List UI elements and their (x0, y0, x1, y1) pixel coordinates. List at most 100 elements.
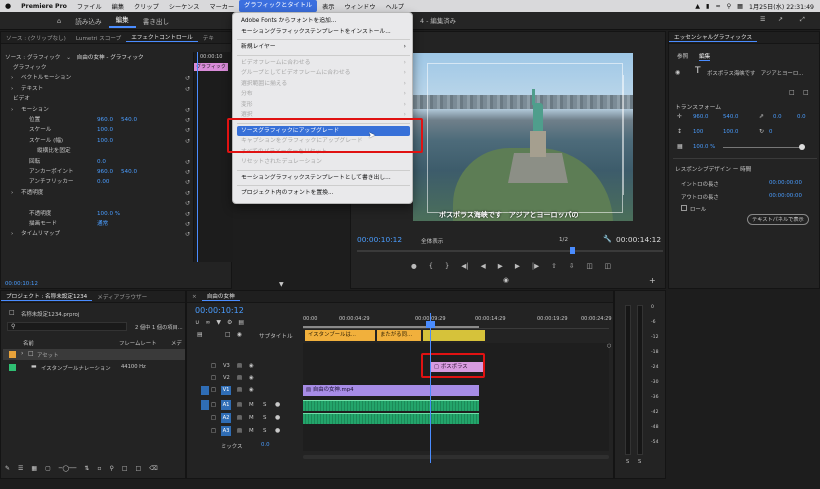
apple-icon[interactable]: ● (0, 2, 16, 10)
program-timecode[interactable]: 00:00:10:12 (357, 235, 402, 244)
home-icon[interactable]: ⌂ (50, 17, 68, 25)
zoom-slider[interactable]: ─◯── (59, 465, 77, 472)
intro-value[interactable]: 00:00:00:00 (769, 180, 802, 186)
reset-icon[interactable]: ↺ (185, 210, 190, 220)
wrench-icon[interactable]: 🔧 (603, 235, 612, 243)
linked-icon[interactable]: ∞ (205, 319, 210, 326)
playhead[interactable] (430, 313, 431, 463)
captions-icon[interactable]: ▤ (238, 319, 244, 326)
track-target[interactable]: A1 (221, 400, 231, 410)
list-item[interactable]: ▬ イスタンブールナレーション 44100 Hz (3, 362, 185, 373)
reset-icon[interactable]: ↺ (185, 126, 190, 136)
share-icon[interactable]: ↗ (778, 16, 783, 23)
effect-row-value[interactable]: 960.0 (97, 116, 113, 126)
effect-row-value[interactable]: 100.0 (97, 126, 113, 136)
workspace-edit[interactable]: 編集 (108, 14, 136, 28)
chevron-right-icon[interactable]: › (11, 189, 13, 199)
effect-row-value[interactable]: 100.0 (97, 137, 113, 147)
source-patch[interactable] (201, 386, 209, 395)
effect-row[interactable]: 不透明度 100.0 % ↺ (1, 210, 193, 220)
menu-window[interactable]: ウィンドウ (340, 2, 381, 11)
effect-row-value[interactable]: 0.0 (97, 158, 106, 168)
marker-icon[interactable]: ▼ (216, 319, 221, 326)
effect-row[interactable]: グラフィック (1, 64, 193, 74)
effect-row[interactable]: スケール 100.0 ↺ (1, 126, 193, 136)
workspace-export[interactable]: 書き出し (136, 16, 176, 26)
step-back-icon[interactable]: ◀ (481, 262, 486, 270)
icon-view-icon[interactable]: ▦ (31, 465, 37, 472)
reset-icon[interactable]: ↺ (185, 137, 190, 147)
list-view-icon[interactable]: ☰ (18, 465, 23, 472)
menu-file[interactable]: ファイル (72, 2, 107, 11)
menu-view[interactable]: 表示 (317, 2, 339, 11)
effect-row[interactable]: › ベクトルモーション ↺ (1, 74, 193, 84)
mini-clip[interactable]: グラフィック (194, 63, 228, 71)
lift-icon[interactable]: ⇧ (551, 262, 557, 270)
graphics-menu-item[interactable]: 新規レイヤー › (237, 42, 410, 53)
effect-row[interactable]: 縦横比を固定 (1, 147, 193, 157)
caption-toggle-icon[interactable]: ▤ (197, 332, 202, 338)
status-icon[interactable]: ▲ (695, 3, 700, 10)
camera-icon[interactable]: ◫ (586, 262, 592, 270)
effect-row-value[interactable]: 100.0 % (97, 210, 120, 220)
settings-icon[interactable]: ⚙ (227, 319, 232, 326)
search-icon[interactable]: ⚲ (727, 3, 732, 10)
sync-lock-icon[interactable]: ▤ (237, 375, 242, 381)
tab-effect-controls[interactable]: エフェクトコントロール (126, 33, 198, 42)
eye-icon[interactable]: ◉ (249, 375, 254, 381)
new-bin-icon[interactable]: □ (122, 465, 128, 472)
rotation-value[interactable]: 0 (769, 129, 772, 135)
tab-edit[interactable]: 編集 (699, 52, 711, 61)
solo-button[interactable]: S (263, 402, 266, 408)
mark-in-icon[interactable]: { (429, 262, 433, 270)
tab-text[interactable]: テキ (198, 34, 219, 42)
compare-icon[interactable]: ◫ (605, 262, 611, 270)
project-search-input[interactable]: ⚲ (7, 322, 127, 331)
marker-icon[interactable]: ● (411, 262, 417, 270)
eye-icon[interactable]: ◉ (249, 387, 254, 393)
layer-name[interactable]: ボスポラス海峡です アジアとヨーロ... (707, 69, 817, 77)
effect-row[interactable]: ビデオ (1, 95, 193, 105)
col-fps[interactable]: フレームレート (119, 339, 157, 347)
track-target[interactable]: A2 (221, 413, 231, 423)
eg-title[interactable]: エッセンシャルグラフィックス (669, 33, 758, 42)
menubar-clock[interactable]: 1月25日(水) 22:31:49 (749, 2, 814, 11)
pencil-icon[interactable]: ✎ (5, 465, 10, 472)
sync-lock-icon[interactable]: ▤ (237, 387, 242, 393)
solo-right[interactable]: S (638, 459, 641, 465)
lock-icon[interactable]: □ (211, 428, 216, 434)
effect-row-value[interactable]: 540.0 (121, 168, 137, 178)
wifi-icon[interactable]: ≈ (715, 3, 720, 10)
program-caption[interactable]: ボスポラス海峡です アジアとヨーロッパの (439, 210, 578, 220)
mark-out-icon[interactable]: } (445, 262, 449, 270)
new-layer-icon[interactable]: □ (789, 89, 795, 96)
effect-row[interactable]: › タイムリマップ ↺ (1, 230, 193, 240)
export-frame-icon[interactable]: ◉ (503, 276, 509, 284)
reset-icon[interactable]: ↺ (185, 199, 190, 209)
timeline-timecode[interactable]: 00:00:10:12 (195, 306, 244, 315)
chevron-right-icon[interactable]: › (11, 230, 13, 240)
delete-layer-icon[interactable]: □ (803, 89, 809, 96)
program-scrub-bar[interactable] (357, 247, 663, 254)
battery-icon[interactable]: ▮ (706, 3, 709, 10)
graphics-menu-item[interactable]: Adobe Fonts からフォントを追加... (237, 16, 410, 27)
effect-row[interactable]: › 不透明度 ↺ (1, 189, 193, 199)
work-area-bar[interactable] (303, 326, 479, 328)
outro-value[interactable]: 00:00:00:00 (769, 193, 802, 199)
chevron-right-icon[interactable]: › (21, 350, 23, 357)
scale-value[interactable]: 100 (693, 129, 703, 135)
menu-app[interactable]: Premiere Pro (16, 3, 72, 10)
solo-left[interactable]: S (626, 459, 629, 465)
tab-browse[interactable]: 参照 (677, 52, 688, 60)
menu-clip[interactable]: クリップ (129, 2, 164, 11)
mic-icon[interactable]: ● (275, 414, 280, 421)
opacity-slider-thumb[interactable] (799, 144, 805, 150)
reset-icon[interactable]: ↺ (185, 85, 190, 95)
effect-row-value[interactable]: 0.00 (97, 178, 109, 188)
effect-row[interactable]: › モーション ↺ (1, 106, 193, 116)
effect-row-value[interactable]: 960.0 (97, 168, 113, 178)
reset-icon[interactable]: ↺ (185, 178, 190, 188)
text-panel-button[interactable]: テキストパネルで表示 (747, 214, 809, 225)
mute-button[interactable]: M (249, 415, 254, 421)
eye-icon[interactable]: ◉ (249, 363, 254, 369)
